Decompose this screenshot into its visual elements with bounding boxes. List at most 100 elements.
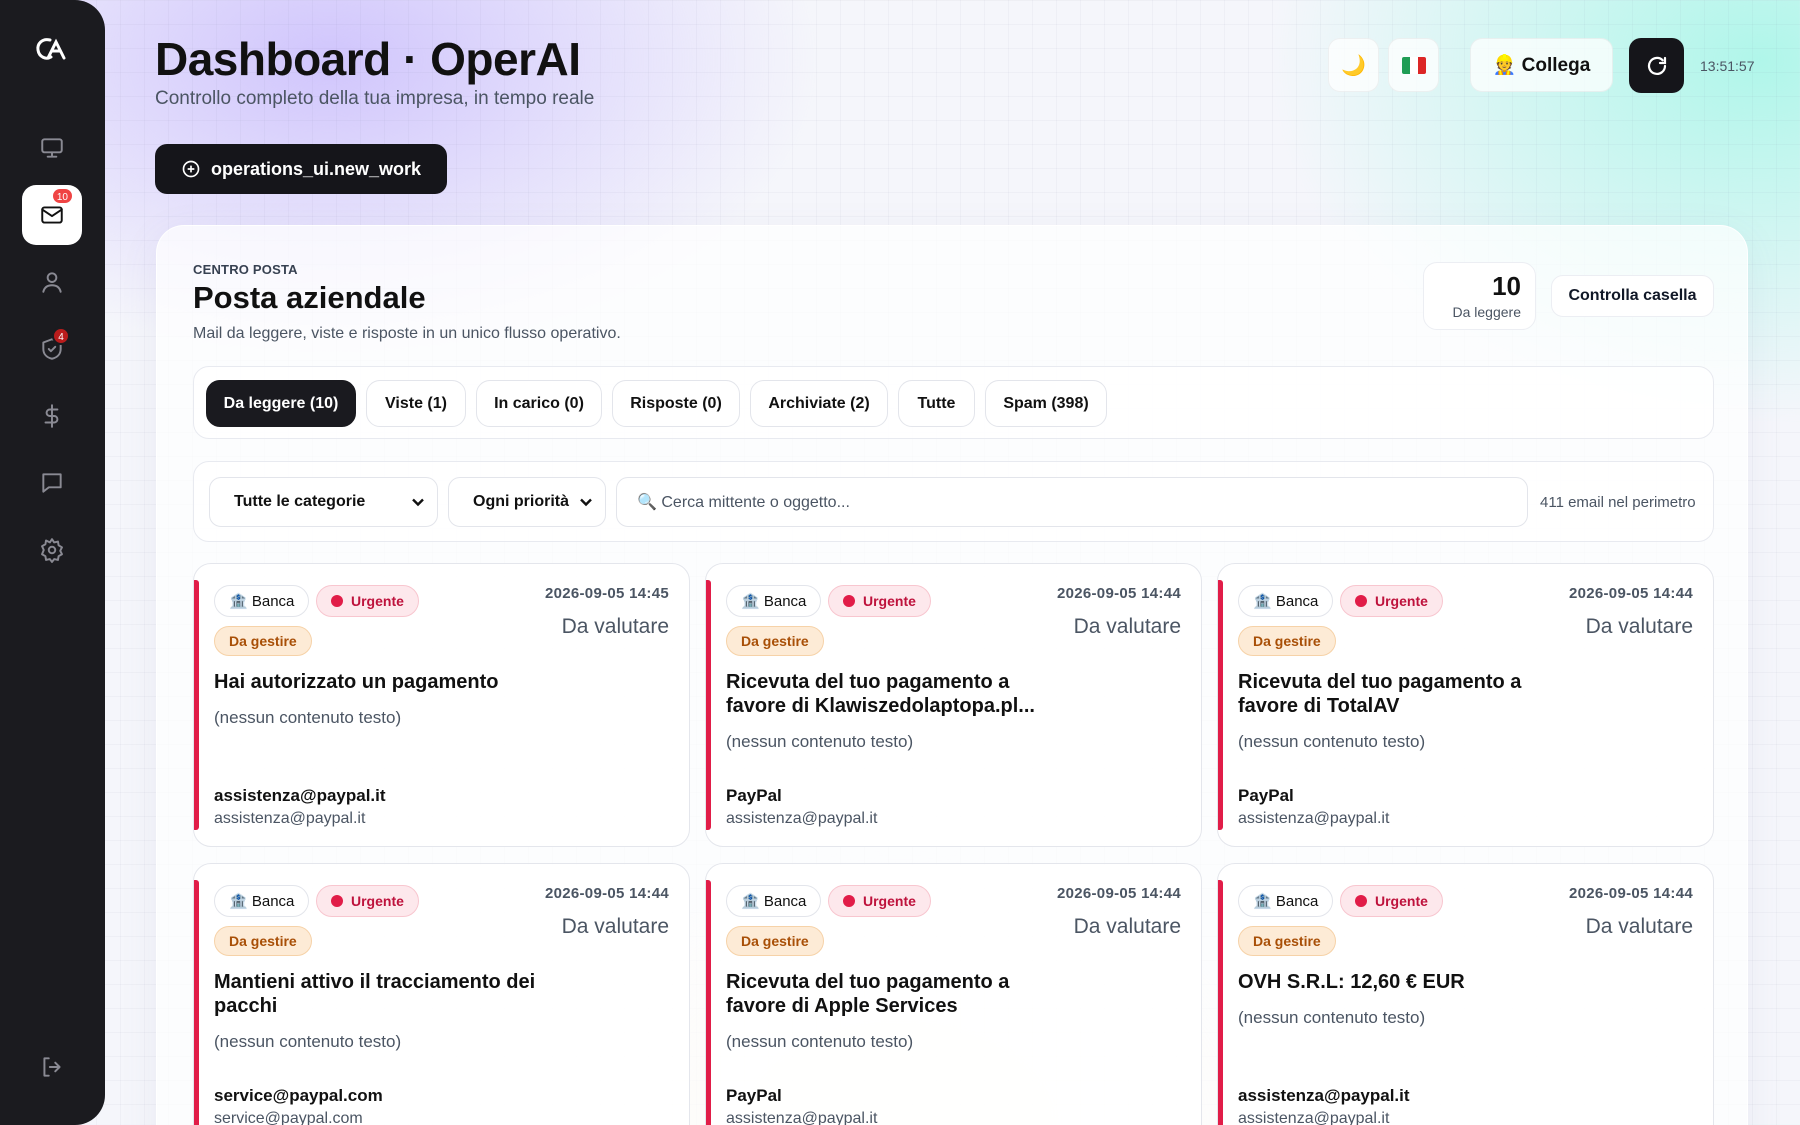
email-card[interactable]: 🏦 Banca Urgente Da gestire 2026-09-05 14… <box>1217 563 1714 847</box>
sidebar-item-user[interactable] <box>22 252 82 312</box>
category-select-value: Tutte le categorie <box>234 493 366 510</box>
email-preview: (nessun contenuto testo) <box>214 708 402 727</box>
email-evaluation: Da valutare <box>1073 615 1181 638</box>
search-input[interactable]: 🔍 Cerca mittente o oggetto... <box>616 477 1528 527</box>
urgent-dot-icon <box>331 895 343 907</box>
logout-icon <box>43 1057 61 1077</box>
email-subject-text: Ricevuta del tuo pagamento a favore di K… <box>726 671 1035 717</box>
priority-select-value: Ogni priorità <box>473 493 569 510</box>
status-badge: Da gestire <box>726 926 824 956</box>
sidebar-item-chat[interactable] <box>22 453 82 513</box>
mailbox-subtitle: Mail da leggere, viste e risposte in un … <box>193 325 621 342</box>
email-address: assistenza@paypal.it <box>1238 1110 1390 1125</box>
tab-archived[interactable]: Archiviate (2) <box>750 380 888 427</box>
urgent-dot-icon <box>1355 595 1367 607</box>
shield-badge: 4 <box>52 327 70 345</box>
priority-select[interactable]: Ogni priorità <box>448 477 606 527</box>
email-subject: Hai autorizzato un pagamento (nessun con… <box>214 670 554 730</box>
priority-label: Urgente <box>1375 593 1428 609</box>
tab-viewed[interactable]: Viste (1) <box>366 380 466 427</box>
urgent-dot-icon <box>331 595 343 607</box>
email-card[interactable]: 🏦 Banca Urgente Da gestire 2026-09-05 14… <box>193 563 690 847</box>
refresh-button[interactable] <box>1629 38 1684 93</box>
new-work-label: operations_ui.new_work <box>211 158 422 179</box>
sidebar-item-finance[interactable] <box>22 386 82 446</box>
email-date: 2026-09-05 14:44 <box>1568 585 1693 602</box>
email-card[interactable]: 🏦 Banca Urgente Da gestire 2026-09-05 14… <box>705 863 1202 1125</box>
gear-icon <box>41 538 63 563</box>
sidebar-item-mail[interactable]: 10 <box>22 185 82 245</box>
email-subject-text: Ricevuta del tuo pagamento a favore di T… <box>1238 671 1522 717</box>
email-subject-text: Hai autorizzato un pagamento <box>214 671 499 693</box>
category-badge: 🏦 Banca <box>726 585 822 617</box>
tab-spam[interactable]: Spam (398) <box>985 380 1107 427</box>
italy-flag-icon <box>1401 56 1426 74</box>
priority-badge: Urgente <box>828 585 931 617</box>
priority-badge: Urgente <box>1340 585 1443 617</box>
email-preview: (nessun contenuto testo) <box>726 732 914 751</box>
email-subject: Mantieni attivo il tracciamento dei pacc… <box>214 970 554 1054</box>
section-eyebrow: CENTRO POSTA <box>193 262 298 277</box>
category-select[interactable]: Tutte le categorie <box>209 477 438 527</box>
language-button[interactable] <box>1388 38 1439 92</box>
collega-button[interactable]: 👷 Collega <box>1470 38 1613 92</box>
mail-badge: 10 <box>50 187 74 205</box>
dollar-icon <box>44 404 59 428</box>
email-date: 2026-09-05 14:45 <box>544 585 669 602</box>
email-subject: Ricevuta del tuo pagamento a favore di T… <box>1238 670 1578 754</box>
chat-icon <box>42 473 62 493</box>
priority-label: Urgente <box>863 593 916 609</box>
status-badge: Da gestire <box>214 626 312 656</box>
email-card[interactable]: 🏦 Banca Urgente Da gestire 2026-09-05 14… <box>705 563 1202 847</box>
priority-label: Urgente <box>863 893 916 909</box>
mailbox-panel: CENTRO POSTA Posta aziendale Mail da leg… <box>156 225 1748 1125</box>
email-sender: assistenza@paypal.it <box>1238 1086 1410 1105</box>
status-badge: Da gestire <box>1238 626 1336 656</box>
email-subject-text: OVH S.R.L: 12,60 € EUR <box>1238 971 1465 993</box>
moon-icon: 🌙 <box>1341 54 1366 77</box>
sidebar-item-settings[interactable] <box>22 520 82 580</box>
priority-badge: Urgente <box>828 885 931 917</box>
collega-label: 👷 Collega <box>1492 55 1591 76</box>
tab-in-charge[interactable]: In carico (0) <box>476 380 602 427</box>
email-card[interactable]: 🏦 Banca Urgente Da gestire 2026-09-05 14… <box>1217 863 1714 1125</box>
search-placeholder: 🔍 Cerca mittente o oggetto... <box>637 494 850 511</box>
chevron-down-icon <box>579 495 593 509</box>
tab-replies[interactable]: Risposte (0) <box>612 380 740 427</box>
email-evaluation: Da valutare <box>1585 915 1693 938</box>
refresh-icon <box>1647 56 1666 75</box>
email-evaluation: Da valutare <box>561 915 669 938</box>
category-badge: 🏦 Banca <box>1238 585 1334 617</box>
sidebar-item-security[interactable]: 4 <box>22 319 82 379</box>
email-card[interactable]: 🏦 Banca Urgente Da gestire 2026-09-05 14… <box>193 863 690 1125</box>
email-preview: (nessun contenuto testo) <box>1238 1008 1426 1027</box>
sidebar-item-logout[interactable] <box>22 1037 82 1097</box>
tab-unread[interactable]: Da leggere (10) <box>206 380 356 427</box>
filter-bar: Tutte le categorie Ogni priorità 🔍 Cerca… <box>193 461 1714 542</box>
check-mailbox-button[interactable]: Controlla casella <box>1551 275 1714 317</box>
category-badge: 🏦 Banca <box>214 585 310 617</box>
unread-label: Da leggere <box>1452 304 1522 320</box>
email-evaluation: Da valutare <box>1585 615 1693 638</box>
email-preview: (nessun contenuto testo) <box>214 1032 402 1051</box>
chevron-down-icon <box>411 495 425 509</box>
theme-toggle-button[interactable]: 🌙 <box>1328 38 1379 92</box>
mailbox-title: Posta aziendale <box>193 280 426 315</box>
logo-icon[interactable] <box>34 34 70 64</box>
new-work-button[interactable]: operations_ui.new_work <box>155 144 448 194</box>
mail-tabs: Da leggere (10) Viste (1) In carico (0) … <box>193 366 1714 439</box>
tab-all[interactable]: Tutte <box>898 380 975 427</box>
email-sender: PayPal <box>1238 786 1294 805</box>
page-subtitle: Controllo completo della tua impresa, in… <box>155 88 595 109</box>
monitor-icon <box>41 138 63 158</box>
unread-count: 10 <box>1492 271 1521 301</box>
category-badge: 🏦 Banca <box>214 885 310 917</box>
email-sender: service@paypal.com <box>214 1086 383 1105</box>
status-badge: Da gestire <box>1238 926 1336 956</box>
email-sender: PayPal <box>726 786 782 805</box>
status-badge: Da gestire <box>214 926 312 956</box>
sidebar-item-monitor[interactable] <box>22 118 82 178</box>
email-sender: PayPal <box>726 1086 782 1105</box>
sidebar: 10 4 <box>0 0 105 1125</box>
urgent-dot-icon <box>843 595 855 607</box>
